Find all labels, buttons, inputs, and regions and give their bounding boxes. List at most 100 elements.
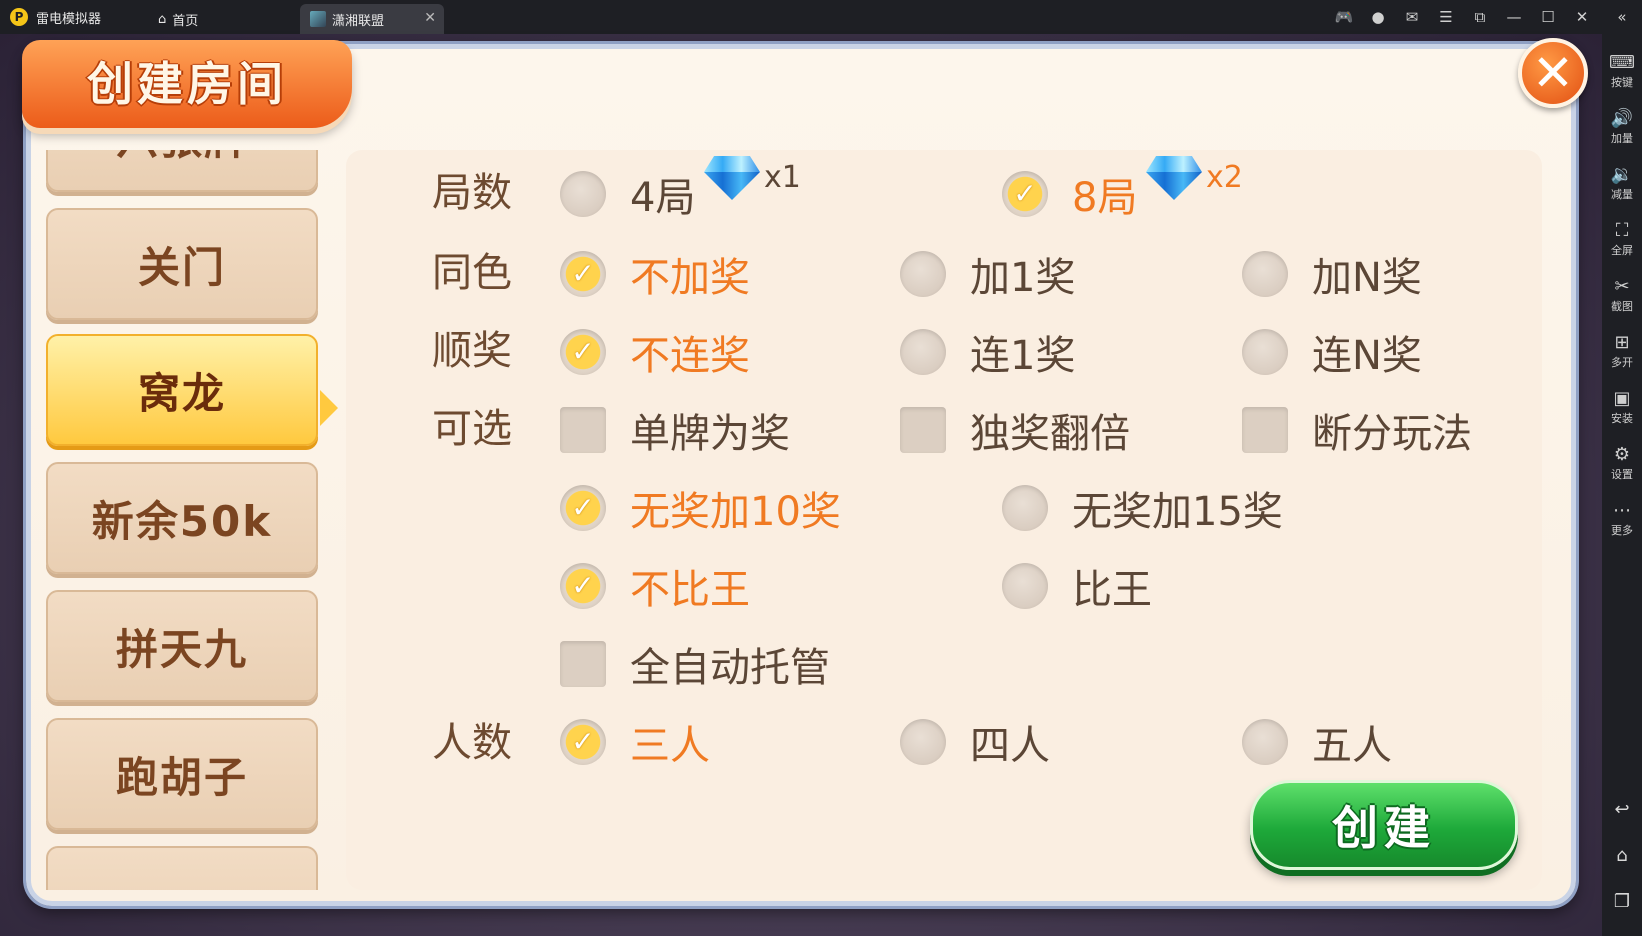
sidebar-item-more[interactable]: ⋯ 更多: [1602, 496, 1642, 548]
multi-instance-icon: ⊞: [1614, 332, 1630, 353]
close-icon[interactable]: ✕: [1568, 6, 1596, 28]
collapse-icon[interactable]: «: [1608, 6, 1636, 28]
option-label: 连N奖: [1312, 333, 1422, 379]
check-icon: ✓: [571, 335, 595, 368]
check-icon: ✓: [571, 257, 595, 290]
app-name: 雷电模拟器: [36, 11, 102, 27]
tab-close-icon[interactable]: ✕: [424, 10, 436, 26]
sidebar-item-label: 减量: [1611, 188, 1633, 201]
radio-selected[interactable]: ✓: [560, 329, 606, 375]
radio[interactable]: [560, 171, 606, 217]
create-button[interactable]: 创建: [1250, 780, 1518, 870]
mail-icon[interactable]: ✉: [1398, 6, 1426, 28]
option-label: 五人: [1312, 723, 1392, 769]
option-label: 不比王: [630, 567, 750, 613]
back-icon[interactable]: ↩: [1602, 794, 1642, 824]
checkbox[interactable]: [560, 641, 606, 687]
game-item-paohuzi[interactable]: 跑胡子: [46, 718, 318, 830]
dialog-close-button[interactable]: ✕: [1518, 38, 1588, 108]
option-no-compare-king[interactable]: ✓ 不比王: [560, 560, 750, 613]
option-four-players[interactable]: 四人: [900, 716, 1050, 769]
gamepad-icon[interactable]: 🎮: [1330, 6, 1358, 28]
game-item-liuzhangpai[interactable]: 六张牌: [46, 150, 318, 192]
radio[interactable]: [900, 251, 946, 297]
game-item-next[interactable]: [46, 846, 318, 890]
option-label: 4局: [630, 175, 696, 221]
option-compare-king[interactable]: 比王: [1002, 560, 1152, 613]
option-label: 加1奖: [970, 255, 1076, 301]
diamond-icon: [1146, 156, 1202, 200]
game-item-wolong[interactable]: 窝龙: [46, 334, 318, 446]
sidebar-item-label: 更多: [1611, 524, 1633, 537]
option-no-chain-bonus[interactable]: ✓ 不连奖: [560, 326, 750, 379]
option-three-players[interactable]: ✓ 三人: [560, 716, 710, 769]
game-type-list[interactable]: 六张牌 关门 窝龙 新余50k 拼天九 跑胡子: [46, 150, 322, 890]
option-add-1-bonus[interactable]: 加1奖: [900, 248, 1076, 301]
home-icon[interactable]: ⌂: [1602, 840, 1642, 870]
sidebar-item-volume-down[interactable]: 🔉 减量: [1602, 160, 1642, 212]
popout-icon[interactable]: ⧉: [1466, 6, 1494, 28]
radio-selected[interactable]: ✓: [1002, 171, 1048, 217]
dialog-title: 创建房间: [87, 57, 287, 111]
radio-selected[interactable]: ✓: [560, 563, 606, 609]
sidebar-item-settings[interactable]: ⚙ 设置: [1602, 440, 1642, 492]
radio-selected[interactable]: ✓: [560, 485, 606, 531]
radio[interactable]: [1002, 485, 1048, 531]
option-five-players[interactable]: 五人: [1242, 716, 1392, 769]
sidebar-item-volume-up[interactable]: 🔊 加量: [1602, 104, 1642, 156]
radio-selected[interactable]: ✓: [560, 251, 606, 297]
radio[interactable]: [1242, 329, 1288, 375]
option-chain-1-bonus[interactable]: 连1奖: [900, 326, 1075, 379]
option-label: 断分玩法: [1312, 411, 1472, 457]
option-label: 三人: [630, 723, 710, 769]
app-title: P 雷电模拟器: [10, 7, 101, 27]
option-label: 独奖翻倍: [970, 411, 1130, 457]
minimize-icon[interactable]: —: [1500, 6, 1528, 28]
checkbox[interactable]: [560, 407, 606, 453]
gear-icon: ⚙: [1613, 444, 1631, 465]
check-icon: ✓: [571, 491, 595, 524]
radio[interactable]: [900, 719, 946, 765]
tab-home[interactable]: ⌂ 首页: [158, 4, 198, 34]
sidebar-item-multi[interactable]: ⊞ 多开: [1602, 328, 1642, 380]
radio[interactable]: [900, 329, 946, 375]
game-tab-icon: [310, 11, 326, 27]
game-item-pintianjiu[interactable]: 拼天九: [46, 590, 318, 702]
checkbox[interactable]: [900, 407, 946, 453]
option-no-bonus-add-10[interactable]: ✓ 无奖加10奖: [560, 482, 841, 535]
check-icon: ✓: [1013, 177, 1037, 210]
maximize-icon[interactable]: ☐: [1534, 6, 1562, 28]
option-no-bonus-add-15[interactable]: 无奖加15奖: [1002, 482, 1283, 535]
option-label: 单牌为奖: [630, 411, 790, 457]
option-label: 不加奖: [630, 255, 750, 301]
option-8-rounds[interactable]: ✓ 8局: [1002, 168, 1137, 221]
sidebar-item-fullscreen[interactable]: ⛶ 全屏: [1602, 216, 1642, 268]
tab-game[interactable]: 潇湘联盟 ✕: [300, 4, 444, 34]
game-item-xinyu50k[interactable]: 新余50k: [46, 462, 318, 574]
option-break-score-mode[interactable]: 断分玩法: [1242, 404, 1472, 457]
sidebar-item-install[interactable]: ▣ 安装: [1602, 384, 1642, 436]
option-single-card-bonus[interactable]: 单牌为奖: [560, 404, 790, 457]
option-4-rounds[interactable]: 4局: [560, 168, 696, 221]
checkbox[interactable]: [1242, 407, 1288, 453]
option-auto-hosting[interactable]: 全自动托管: [560, 638, 830, 691]
game-item-guanmen[interactable]: 关门: [46, 208, 318, 320]
option-add-n-bonus[interactable]: 加N奖: [1242, 248, 1422, 301]
sidebar-item-screenshot[interactable]: ✂ 截图: [1602, 272, 1642, 324]
radio[interactable]: [1242, 251, 1288, 297]
user-icon[interactable]: ●: [1364, 6, 1392, 28]
selected-indicator-arrow: [320, 390, 338, 426]
more-icon: ⋯: [1613, 500, 1631, 521]
diamond-cost-label: x2: [1206, 160, 1243, 195]
option-no-bonus[interactable]: ✓ 不加奖: [560, 248, 750, 301]
radio[interactable]: [1242, 719, 1288, 765]
close-x-icon: ✕: [1532, 44, 1574, 102]
radio-selected[interactable]: ✓: [560, 719, 606, 765]
option-chain-n-bonus[interactable]: 连N奖: [1242, 326, 1422, 379]
sidebar-item-keys[interactable]: ⌨ 按键: [1602, 48, 1642, 100]
recent-apps-icon[interactable]: ❐: [1602, 886, 1642, 916]
players-label: 人数: [432, 720, 512, 766]
radio[interactable]: [1002, 563, 1048, 609]
menu-icon[interactable]: ☰: [1432, 6, 1460, 28]
option-single-bonus-double[interactable]: 独奖翻倍: [900, 404, 1130, 457]
